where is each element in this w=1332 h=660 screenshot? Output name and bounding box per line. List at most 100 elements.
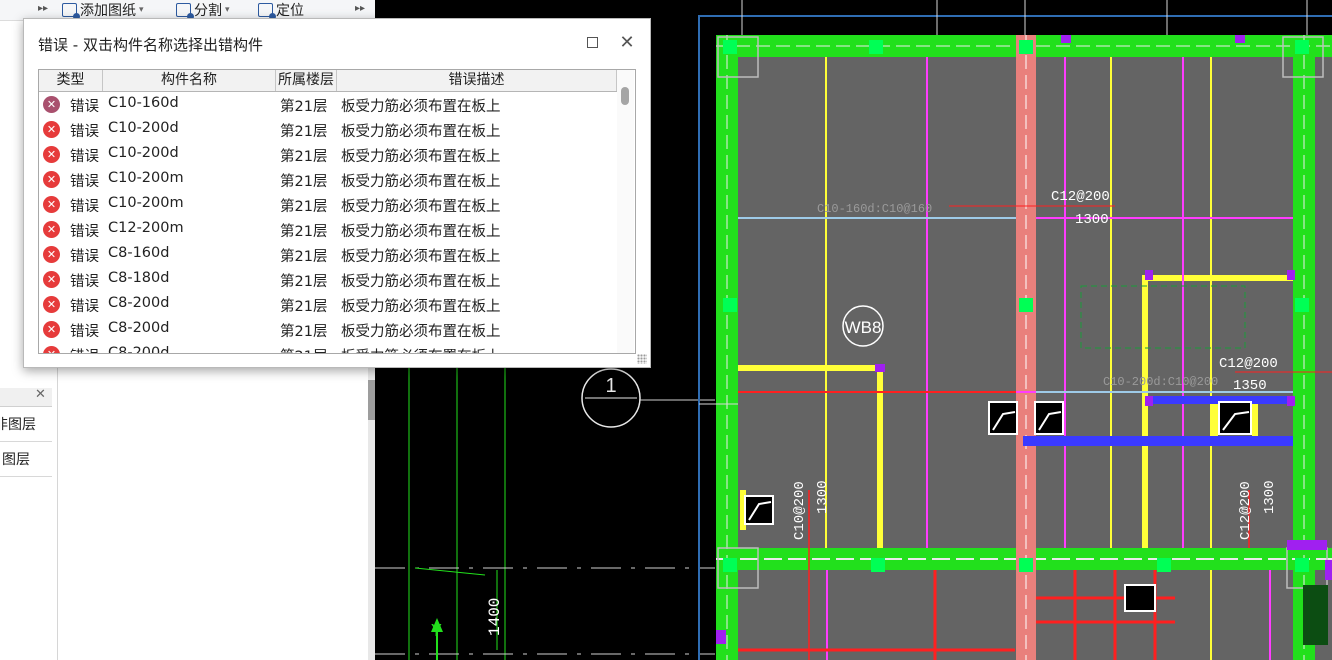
table-row[interactable]: ✕ 错误 C10-160d 第21层 板受力筋必须布置在板上 (39, 92, 617, 117)
cell-floor: 第21层 (280, 99, 328, 115)
add-drawing-button[interactable]: 添加图纸 ▾ (62, 1, 144, 20)
cell-type: 错误 (70, 299, 99, 315)
rebar-label: C12@200 (1219, 356, 1278, 372)
dialog-title: 错误 - 双击构件名称选择出错构件 (38, 36, 263, 54)
cell-floor: 第21层 (280, 249, 328, 265)
dark-green-block (1303, 585, 1328, 645)
table-row[interactable]: ✕ 错误 C8-160d 第21层 板受力筋必须布置在板上 (39, 242, 617, 267)
cell-floor: 第21层 (280, 299, 328, 315)
cell-name[interactable]: C10-200d (108, 120, 179, 136)
cell-floor: 第21层 (280, 345, 327, 353)
cell-desc: 板受力筋必须布置在板上 (341, 199, 501, 215)
cell-name[interactable]: C12-200m (108, 220, 184, 236)
cell-type: 错误 (70, 249, 99, 265)
toolbar-expand-left-icon[interactable]: ▸▸ (38, 3, 48, 14)
table-row[interactable]: ✕ 错误 C8-180d 第21层 板受力筋必须布置在板上 (39, 267, 617, 292)
table-row[interactable]: ✕ 错误 C10-200m 第21层 板受力筋必须布置在板上 (39, 167, 617, 192)
column-header-name[interactable]: 构件名称 (103, 70, 276, 91)
dialog-titlebar[interactable]: 错误 - 双击构件名称选择出错构件 ✕ (24, 19, 650, 65)
layer-row[interactable]: 非图层 (0, 407, 52, 442)
length-label: 1350 (1233, 378, 1267, 394)
table-row[interactable]: ✕ 错误 C10-200d 第21层 板受力筋必须布置在板上 (39, 142, 617, 167)
error-icon: ✕ (43, 321, 60, 338)
error-icon: ✕ (43, 246, 60, 263)
layer-panel: ✕ 非图层 图层 (0, 387, 52, 548)
close-icon: ✕ (619, 31, 635, 53)
table-row[interactable]: ✕ 错误 C10-200d 第21层 板受力筋必须布置在板上 (39, 117, 617, 142)
cell-floor: 第21层 (280, 124, 328, 140)
table-row[interactable]: ✕错误C8-200d第21层板受力筋必须布置在板上 (39, 292, 617, 317)
add-drawing-icon (62, 3, 80, 20)
dimension-label: 1400 (486, 598, 504, 636)
cell-desc: 板受力筋必须布置在板上 (341, 249, 501, 265)
layer-row[interactable]: 图层 (0, 442, 52, 477)
cell-name[interactable]: C8-200d (108, 295, 169, 311)
table-row[interactable]: ✕错误C8-200d第21层板受力筋必须布置在板上 (39, 342, 617, 353)
axis-marker: 1 (581, 368, 641, 428)
chevron-down-icon: ▾ (139, 5, 144, 15)
length-label: 1300 (1075, 212, 1109, 228)
column-header-floor[interactable]: 所属楼层 (276, 70, 337, 91)
cell-name[interactable]: C10-200d (108, 145, 179, 161)
cell-name[interactable]: C10-200m (108, 170, 184, 186)
rebar-note-label: C10-160d:C10@160 (817, 202, 932, 216)
rebar-label: C12@200 (1238, 481, 1254, 540)
axis-number-label: 1 (605, 375, 616, 397)
error-list-scrollbar[interactable] (617, 70, 634, 353)
chevron-down-icon: ▾ (225, 5, 230, 15)
toolbar-expand-right-icon[interactable]: ▸▸ (355, 3, 365, 14)
cell-floor: 第21层 (280, 324, 328, 340)
scrollbar-thumb[interactable] (621, 87, 629, 105)
cell-type: 错误 (70, 99, 99, 115)
cell-name[interactable]: C10-160d (108, 95, 179, 111)
cell-desc: 板受力筋必须布置在板上 (341, 174, 501, 190)
table-row[interactable]: ✕ 错误 C10-200m 第21层 板受力筋必须布置在板上 (39, 192, 617, 217)
cell-name[interactable]: C10-200m (108, 195, 184, 211)
cell-type: 错误 (70, 149, 99, 165)
layer-panel-header: ✕ (0, 387, 52, 407)
maximize-button[interactable] (579, 29, 605, 55)
slab-id-label: WB8 (845, 318, 882, 337)
left-grid-lines (375, 360, 715, 660)
cell-name[interactable]: C8-200d (108, 345, 169, 353)
cell-name[interactable]: C8-200d (108, 320, 169, 336)
cell-floor: 第21层 (280, 224, 328, 240)
error-dialog: 错误 - 双击构件名称选择出错构件 ✕ 类型 构件名称 所属楼层 错误描述 ✕ 错… (23, 18, 651, 368)
close-icon[interactable]: ✕ (35, 387, 46, 402)
cell-desc: 板受力筋必须布置在板上 (341, 299, 501, 315)
cell-desc: 板受力筋必须布置在板上 (341, 324, 501, 340)
error-icon: ✕ (43, 196, 60, 213)
cell-type: 错误 (70, 324, 99, 340)
cell-desc: 板受力筋必须布置在板上 (341, 124, 501, 140)
split-button[interactable]: 分割 ▾ (176, 1, 230, 20)
error-icon: ✕ (43, 271, 60, 288)
column-header-type[interactable]: 类型 (39, 70, 103, 91)
cell-name[interactable]: C8-160d (108, 245, 169, 261)
resize-grip[interactable] (637, 354, 647, 364)
error-icon: ✕ (43, 96, 60, 113)
column-header-desc[interactable]: 错误描述 (337, 70, 617, 91)
cell-name[interactable]: C8-180d (108, 270, 169, 286)
error-icon: ✕ (43, 171, 60, 188)
scrollbar-thumb[interactable] (368, 380, 375, 420)
cell-type: 错误 (70, 199, 99, 215)
table-row[interactable]: ✕ 错误 C8-200d 第21层板受力筋必须布置在板上 (39, 317, 617, 342)
cell-type: 错误 (70, 274, 99, 290)
cell-floor: 第21层 (280, 174, 328, 190)
locate-button[interactable]: 定位 (258, 1, 304, 20)
rebar-label: C12@200 (1051, 189, 1110, 205)
add-drawing-label: 添加图纸 (80, 3, 136, 19)
cell-type: 错误 (70, 345, 99, 353)
maximize-icon (586, 36, 598, 48)
cell-desc: 板受力筋必须布置在板上 (341, 224, 501, 240)
split-label: 分割 (194, 3, 222, 19)
cell-desc: 板受力筋必须布置在板上 (341, 274, 501, 290)
cell-desc: 板受力筋必须布置在板上 (341, 149, 501, 165)
cell-desc: 板受力筋必须布置在板上 (341, 345, 501, 353)
error-list[interactable]: 类型 构件名称 所属楼层 错误描述 ✕ 错误 C10-160d 第21层 板受力筋必须布… (38, 69, 636, 354)
error-list-header: 类型 构件名称 所属楼层 错误描述 (39, 70, 617, 92)
table-row[interactable]: ✕ 错误 C12-200m 第21层 板受力筋必须布置在板上 (39, 217, 617, 242)
cell-floor: 第21层 (280, 274, 328, 290)
locate-icon (258, 3, 276, 20)
close-button[interactable]: ✕ (614, 29, 640, 55)
